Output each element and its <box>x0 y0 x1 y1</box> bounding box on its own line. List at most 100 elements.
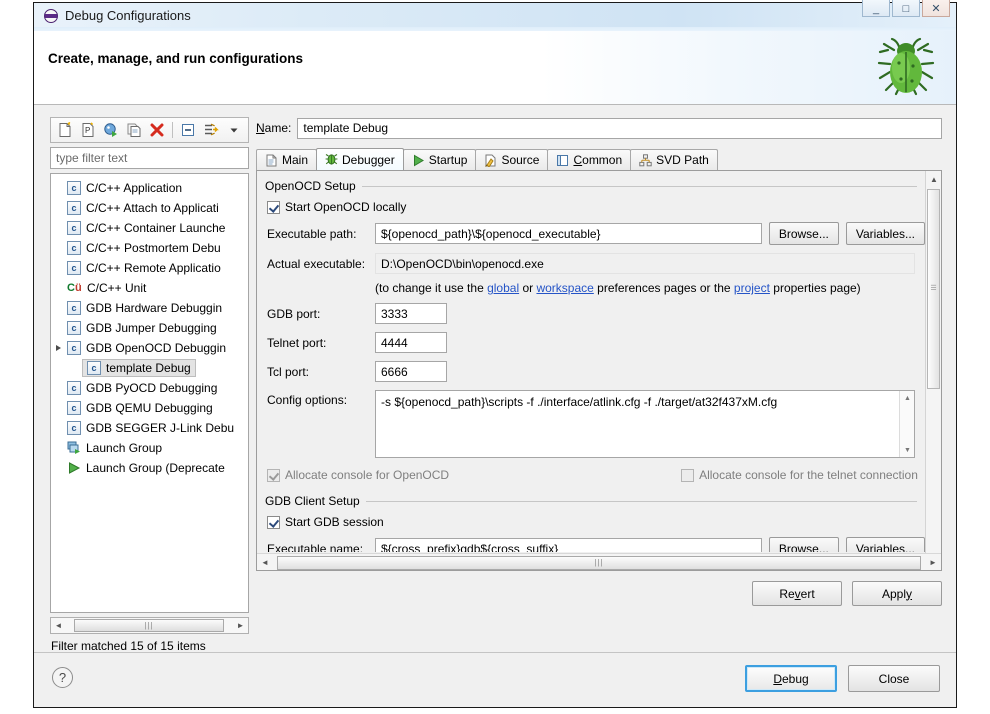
start-openocd-locally-row[interactable]: Start OpenOCD locally <box>257 200 925 214</box>
view-menu-chevron-down-icon[interactable] <box>223 119 245 141</box>
actual-executable-value: D:\OpenOCD\bin\openocd.exe <box>381 256 544 271</box>
tab-source[interactable]: Source <box>475 149 549 170</box>
tree-item[interactable]: c GDB Hardware Debuggin <box>51 298 248 318</box>
tab-main[interactable]: Main <box>256 149 318 170</box>
debug-button[interactable]: Debug <box>745 665 837 692</box>
revert-apply-buttons: Re v ert Appl y <box>256 581 942 606</box>
tree-item[interactable]: Launch Group <box>51 438 248 458</box>
workspace-preferences-link[interactable]: workspace <box>536 281 593 295</box>
new-launch-group-icon[interactable] <box>100 119 122 141</box>
executable-path-input[interactable]: ${openocd_path}\${openocd_executable} <box>375 223 762 244</box>
revert-button[interactable]: Re v ert <box>752 581 842 606</box>
tree-item[interactable]: c GDB Jumper Debugging <box>51 318 248 338</box>
filter-input[interactable]: type filter text <box>50 147 249 169</box>
startup-tab-icon <box>412 154 425 167</box>
gdb-port-input[interactable]: 3333 <box>375 303 447 324</box>
name-input-value: template Debug <box>303 121 389 135</box>
tree-item[interactable]: c C/C++ Postmortem Debu <box>51 238 248 258</box>
tree-item[interactable]: c GDB QEMU Debugging <box>51 398 248 418</box>
tree-item[interactable]: Launch Group (Deprecate <box>51 458 248 478</box>
panel-hscroll-track[interactable]: ||| <box>273 555 925 570</box>
config-options-scrollbar[interactable]: ▲ ▼ <box>899 391 914 457</box>
delete-icon[interactable] <box>146 119 168 141</box>
panel-scroll-left-icon[interactable]: ◄ <box>257 555 273 570</box>
tcl-port-input[interactable]: 6666 <box>375 361 447 382</box>
config-scroll-up-icon[interactable]: ▲ <box>900 391 914 405</box>
global-preferences-link[interactable]: global <box>487 281 519 295</box>
tree-item[interactable]: c template Debug <box>51 358 248 378</box>
expand-arrow-icon[interactable] <box>56 345 61 351</box>
tree-item[interactable]: c GDB PyOCD Debugging <box>51 378 248 398</box>
tree-hscroll-track[interactable]: ||| <box>66 618 233 633</box>
tab-svd-path[interactable]: SVD Path <box>630 149 718 170</box>
actual-executable-row: Actual executable: D:\OpenOCD\bin\openoc… <box>257 253 925 274</box>
start-openocd-locally-checkbox[interactable] <box>267 200 280 214</box>
tree-item[interactable]: c GDB SEGGER J-Link Debu <box>51 418 248 438</box>
tree-item-content: c GDB PyOCD Debugging <box>67 379 217 397</box>
tab-label: Source <box>501 153 540 167</box>
debugger-panel-horizontal-scrollbar[interactable]: ◄ ||| ► <box>257 553 941 570</box>
panel-scroll-right-icon[interactable]: ► <box>925 555 941 570</box>
tree-item-label: Launch Group <box>86 441 163 455</box>
tree-item-content: c C/C++ Container Launche <box>67 219 225 237</box>
scroll-right-icon[interactable]: ► <box>233 618 248 633</box>
c-config-icon: c <box>67 261 81 275</box>
debugger-tab-icon <box>325 153 338 166</box>
tree-item-label: GDB SEGGER J-Link Debu <box>86 421 235 435</box>
tab-strip: Main Debugger Startup Source Common SVD Path <box>256 148 942 171</box>
telnet-port-input[interactable]: 4444 <box>375 332 447 353</box>
panel-hscroll-thumb[interactable]: ||| <box>277 555 921 570</box>
tree-item-label: GDB QEMU Debugging <box>86 401 213 415</box>
panel-vscroll-thumb[interactable]: ☰ <box>927 189 940 389</box>
configurations-panel: P type filter text c C/C++ Application c… <box>50 117 249 653</box>
start-gdb-session-checkbox[interactable] <box>267 515 280 529</box>
tree-item[interactable]: c C/C++ Container Launche <box>51 218 248 238</box>
apply-button[interactable]: Appl y <box>852 581 942 606</box>
tab-debugger[interactable]: Debugger <box>316 148 404 170</box>
config-options-textarea[interactable]: -s ${openocd_path}\scripts -f ./interfac… <box>375 390 915 458</box>
tree-item[interactable]: c C/C++ Application <box>51 178 248 198</box>
tree-item-content: Launch Group (Deprecate <box>67 459 225 477</box>
tree-item[interactable]: Cü C/C++ Unit <box>51 278 248 298</box>
svd-path-tab-icon <box>639 153 652 167</box>
close-button[interactable]: ✕ <box>922 0 950 17</box>
executable-path-variables-button[interactable]: Variables... <box>845 222 925 245</box>
new-configuration-icon[interactable] <box>54 119 76 141</box>
help-question-icon[interactable]: ? <box>52 667 73 688</box>
maximize-button[interactable]: □ <box>892 0 920 17</box>
name-label: Name: <box>256 121 292 135</box>
tree-item[interactable]: c GDB OpenOCD Debuggin <box>51 338 248 358</box>
tab-label: Debugger <box>342 152 395 167</box>
tree-horizontal-scrollbar[interactable]: ◄ ||| ► <box>50 617 249 634</box>
gdb-executable-variables-button[interactable]: Variables... <box>845 537 925 552</box>
gdb-executable-name-input[interactable]: ${cross_prefix}gdb${cross_suffix} <box>375 538 762 552</box>
configurations-tree[interactable]: c C/C++ Application c C/C++ Attach to Appli… <box>50 173 249 613</box>
name-input[interactable]: template Debug <box>297 117 942 139</box>
group-divider-line <box>361 185 917 187</box>
tree-item[interactable]: c C/C++ Remote Applicatio <box>51 258 248 278</box>
duplicate-icon[interactable] <box>123 119 145 141</box>
debugger-panel-vertical-scrollbar[interactable]: ▲ ☰ ▼ <box>925 171 941 570</box>
tab-common[interactable]: Common <box>547 149 632 170</box>
config-scroll-down-icon[interactable]: ▼ <box>900 443 914 457</box>
scroll-left-icon[interactable]: ◄ <box>51 618 66 633</box>
executable-path-label: Executable path: <box>267 226 357 241</box>
window-titlebar: Debug Configurations _ □ ✕ <box>34 0 956 31</box>
telnet-port-label: Telnet port: <box>267 335 327 350</box>
tree-hscroll-thumb[interactable]: ||| <box>74 619 224 632</box>
tree-item[interactable]: c C/C++ Attach to Applicati <box>51 198 248 218</box>
filter-icon[interactable] <box>200 119 222 141</box>
minimize-button[interactable]: _ <box>862 0 890 17</box>
gdb-client-setup-title: GDB Client Setup <box>265 494 360 508</box>
project-properties-link[interactable]: project <box>734 281 770 295</box>
allocate-console-telnet-group[interactable]: Allocate console for the telnet connecti… <box>681 468 918 482</box>
allocate-console-openocd-group[interactable]: Allocate console for OpenOCD <box>267 468 449 482</box>
new-prototype-icon[interactable]: P <box>77 119 99 141</box>
collapse-all-icon[interactable] <box>177 119 199 141</box>
tab-startup[interactable]: Startup <box>402 149 477 170</box>
panel-scroll-up-icon[interactable]: ▲ <box>926 171 941 187</box>
executable-path-browse-button[interactable]: Browse... <box>768 222 839 245</box>
gdb-executable-browse-button[interactable]: Browse... <box>768 537 839 552</box>
start-gdb-session-row[interactable]: Start GDB session <box>257 515 925 529</box>
close-button-footer[interactable]: Close <box>848 665 940 692</box>
